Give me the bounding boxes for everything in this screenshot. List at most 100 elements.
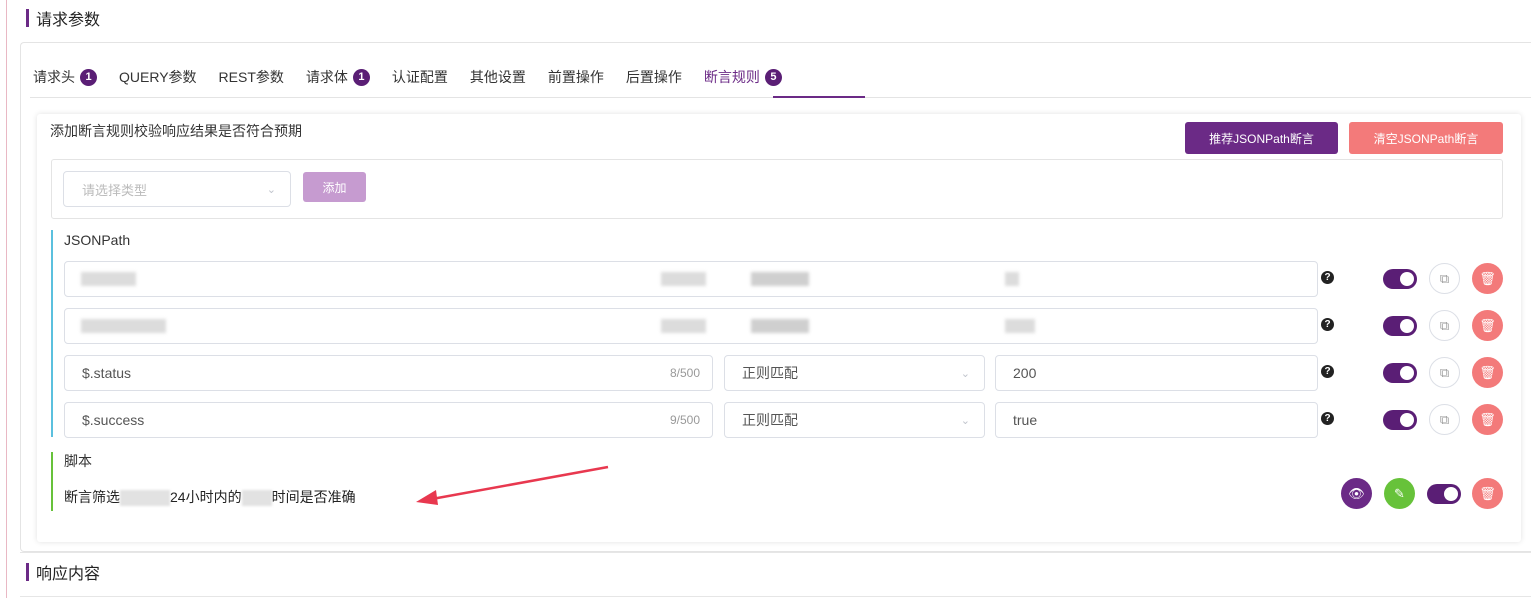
- section-divider: [20, 552, 1531, 553]
- script-text-part: 时间是否准确: [271, 489, 356, 505]
- expected-value: true: [1013, 412, 1038, 428]
- jsonpath-group-bar: [51, 230, 53, 437]
- jsonpath-value: $.status: [82, 365, 132, 381]
- tab-label: 前置操作: [547, 69, 604, 85]
- rule-toggle[interactable]: [1383, 410, 1417, 430]
- copy-icon[interactable]: ⧉: [1429, 310, 1460, 341]
- tab-request-body[interactable]: 请求体 1: [306, 66, 370, 88]
- tab-post-operations[interactable]: 后置操作: [626, 66, 682, 88]
- section-title-request-params: 请求参数: [26, 6, 100, 30]
- question-circle-icon[interactable]: ?: [1321, 318, 1334, 331]
- expected-value-input[interactable]: true: [995, 402, 1318, 438]
- tab-badge: 1: [80, 68, 97, 86]
- script-group-bar: [51, 452, 53, 511]
- jsonpath-row: $.status 8/500 正则匹配 ⌄ 200 ? ⧉ 🗑: [64, 355, 1504, 391]
- tab-query-params[interactable]: QUERY参数: [119, 66, 197, 88]
- rule-toggle[interactable]: [1383, 269, 1417, 289]
- add-button[interactable]: 添加: [303, 172, 366, 202]
- script-toggle[interactable]: [1427, 484, 1461, 504]
- rule-toggle[interactable]: [1383, 363, 1417, 383]
- char-count: 8/500: [669, 366, 700, 380]
- trash-icon[interactable]: 🗑: [1472, 404, 1503, 435]
- jsonpath-row: $.success 9/500 正则匹配 ⌄ true ? ⧉ 🗑: [64, 402, 1504, 438]
- tab-request-headers[interactable]: 请求头 1: [33, 66, 97, 88]
- jsonpath-value: $.success: [82, 412, 145, 428]
- expected-value: 200: [1013, 365, 1037, 381]
- active-tab-indicator: [773, 96, 865, 98]
- arrow-head: [416, 490, 438, 505]
- redacted-region: [751, 319, 809, 333]
- redacted-region: [661, 272, 706, 286]
- question-circle-icon[interactable]: ?: [1321, 365, 1334, 378]
- trash-icon[interactable]: 🗑: [1472, 310, 1503, 341]
- match-type-select[interactable]: 正则匹配 ⌄: [724, 402, 985, 438]
- tab-label: 断言规则: [703, 69, 760, 85]
- tab-label: 后置操作: [625, 69, 682, 85]
- redacted-region: [241, 490, 272, 507]
- jsonpath-redacted-field[interactable]: [64, 308, 1318, 344]
- tab-label: 认证配置: [391, 69, 448, 85]
- tab-assertion-rules[interactable]: 断言规则 5: [704, 66, 782, 88]
- tab-label: QUERY参数: [119, 69, 197, 85]
- recommend-jsonpath-button[interactable]: 推荐JSONPath断言: [1185, 122, 1338, 154]
- jsonpath-row-redacted-1: ? ⧉ 🗑: [64, 261, 1504, 297]
- left-border: [6, 0, 7, 598]
- section-title-text: 响应内容: [36, 566, 101, 583]
- question-circle-icon[interactable]: ?: [1321, 271, 1334, 284]
- tab-label: 其他设置: [469, 69, 526, 85]
- rule-toggle[interactable]: [1383, 316, 1417, 336]
- redacted-region: [81, 319, 166, 333]
- redacted-region: [1005, 319, 1035, 333]
- annotation-arrow: [416, 465, 609, 505]
- script-description: 断言筛选 24小时内的 时间是否准确: [64, 487, 356, 507]
- copy-icon[interactable]: ⧉: [1429, 263, 1460, 294]
- tab-other-settings[interactable]: 其他设置: [470, 66, 526, 88]
- redacted-region: [661, 319, 706, 333]
- type-select[interactable]: 请选择类型 ⌄: [63, 171, 291, 207]
- expected-value-input[interactable]: 200: [995, 355, 1318, 391]
- script-text-part: 24小时内的: [170, 489, 242, 505]
- tab-bar: 请求头 1 QUERY参数 REST参数 请求体 1 认证配置 其他设置 前置操作 …: [33, 66, 804, 88]
- match-type-value: 正则匹配: [742, 412, 798, 428]
- tab-rest-params[interactable]: REST参数: [219, 66, 284, 88]
- tab-label: 请求头: [33, 69, 75, 85]
- chevron-down-icon: ⌄: [960, 368, 970, 380]
- redacted-region: [81, 272, 136, 286]
- trash-icon[interactable]: 🗑: [1472, 478, 1503, 509]
- redacted-region: [1005, 272, 1019, 286]
- section-bar: [26, 9, 29, 27]
- redacted-region: [751, 272, 809, 286]
- chevron-down-icon: ⌄: [266, 184, 276, 196]
- question-circle-icon[interactable]: ?: [1321, 412, 1334, 425]
- jsonpath-input[interactable]: $.success 9/500: [64, 402, 713, 438]
- pencil-icon[interactable]: ✎: [1384, 478, 1415, 509]
- tab-badge: 1: [352, 68, 370, 86]
- tab-pre-operations[interactable]: 前置操作: [548, 66, 604, 88]
- section-bar: [26, 563, 29, 581]
- script-label: 脚本: [64, 453, 92, 469]
- redacted-region: [120, 490, 170, 507]
- jsonpath-input[interactable]: $.status 8/500: [64, 355, 713, 391]
- jsonpath-row-redacted-2: ? ⧉ 🗑: [64, 308, 1504, 344]
- assertion-hint: 添加断言规则校验响应结果是否符合预期: [50, 123, 302, 139]
- copy-icon[interactable]: ⧉: [1429, 357, 1460, 388]
- script-text-part: 断言筛选: [64, 489, 120, 505]
- tab-badge: 5: [764, 68, 782, 86]
- match-type-value: 正则匹配: [742, 365, 798, 381]
- eye-icon[interactable]: 👁: [1341, 478, 1372, 509]
- jsonpath-label: JSONPath: [64, 232, 131, 248]
- bottom-divider: [20, 596, 1531, 597]
- copy-icon[interactable]: ⧉: [1429, 404, 1460, 435]
- section-title-response-content: 响应内容: [26, 560, 100, 584]
- trash-icon[interactable]: 🗑: [1472, 357, 1503, 388]
- arrow-shaft: [431, 465, 609, 501]
- char-count: 9/500: [669, 413, 700, 427]
- jsonpath-redacted-field[interactable]: [64, 261, 1318, 297]
- tab-auth-config[interactable]: 认证配置: [392, 66, 448, 88]
- match-type-select[interactable]: 正则匹配 ⌄: [724, 355, 985, 391]
- type-select-placeholder: 请选择类型: [82, 182, 148, 198]
- section-title-text: 请求参数: [36, 12, 101, 29]
- chevron-down-icon: ⌄: [960, 415, 970, 427]
- clear-jsonpath-button[interactable]: 清空JSONPath断言: [1349, 122, 1503, 154]
- trash-icon[interactable]: 🗑: [1472, 263, 1503, 294]
